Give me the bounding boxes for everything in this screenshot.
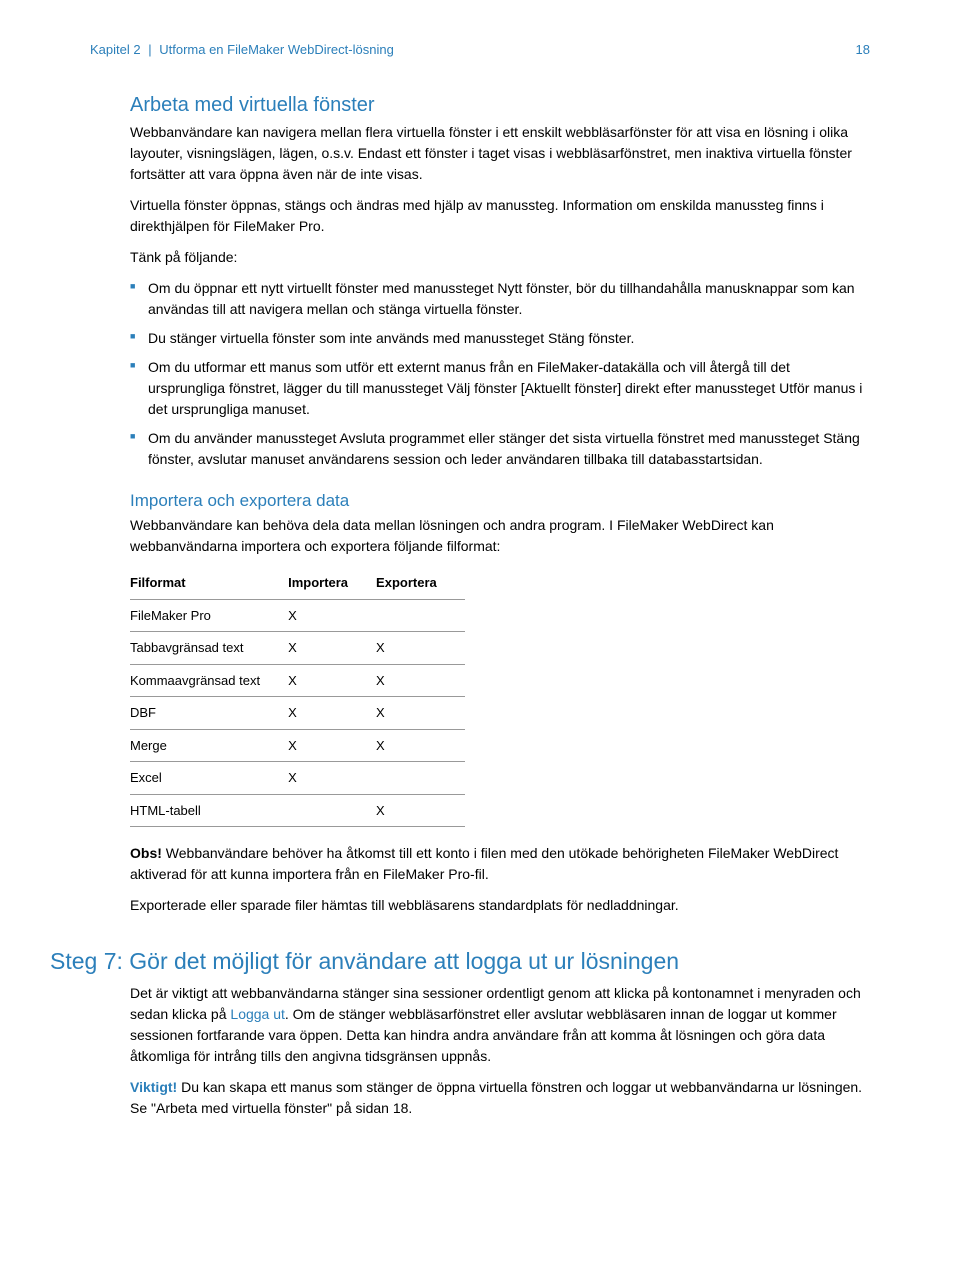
table-cell: FileMaker Pro <box>130 599 288 632</box>
table-cell: X <box>288 762 376 795</box>
page-number: 18 <box>856 40 870 60</box>
paragraph: Det är viktigt att webbanvändarna stänge… <box>130 983 870 1067</box>
table-cell: X <box>376 794 465 827</box>
table-cell: HTML-tabell <box>130 794 288 827</box>
table-cell <box>288 794 376 827</box>
content-indent: Arbeta med virtuella fönster Webbanvända… <box>130 90 870 917</box>
paragraph: Exporterade eller sparade filer hämtas t… <box>130 895 870 916</box>
table-row: Tabbavgränsad text X X <box>130 632 465 665</box>
table-cell: Excel <box>130 762 288 795</box>
list-item: Om du använder manussteget Avsluta progr… <box>130 428 870 470</box>
table-cell: Tabbavgränsad text <box>130 632 288 665</box>
table-cell: X <box>376 632 465 665</box>
table-row: Excel X <box>130 762 465 795</box>
chapter-label: Kapitel 2 <box>90 42 141 57</box>
obs-note: Obs! Webbanvändare behöver ha åtkomst ti… <box>130 843 870 885</box>
step-heading-logout: Steg 7: Gör det möjligt för användare at… <box>50 944 870 979</box>
table-header: Filformat <box>130 567 288 599</box>
header-separator: | <box>148 42 151 57</box>
paragraph: Webbanvändare kan behöva dela data mella… <box>130 515 870 557</box>
header-title: Utforma en FileMaker WebDirect-lösning <box>159 42 394 57</box>
page-header: Kapitel 2 | Utforma en FileMaker WebDire… <box>90 40 870 60</box>
page-content: Kapitel 2 | Utforma en FileMaker WebDire… <box>0 0 960 1189</box>
table-cell: X <box>288 729 376 762</box>
section-heading-virtual-windows: Arbeta med virtuella fönster <box>130 90 870 120</box>
table-cell: Merge <box>130 729 288 762</box>
table-row: Merge X X <box>130 729 465 762</box>
paragraph: Webbanvändare kan navigera mellan flera … <box>130 122 870 185</box>
viktigt-label: Viktigt! <box>130 1079 177 1095</box>
paragraph: Virtuella fönster öppnas, stängs och änd… <box>130 195 870 237</box>
content-indent: Det är viktigt att webbanvändarna stänge… <box>130 983 870 1119</box>
list-item: Om du utformar ett manus som utför ett e… <box>130 357 870 420</box>
bullet-list: Om du öppnar ett nytt virtuellt fönster … <box>130 278 870 470</box>
logout-link-text: Logga ut <box>230 1006 285 1022</box>
table-row: DBF X X <box>130 697 465 730</box>
obs-label: Obs! <box>130 845 162 861</box>
list-item: Du stänger virtuella fönster som inte an… <box>130 328 870 349</box>
list-item: Om du öppnar ett nytt virtuellt fönster … <box>130 278 870 320</box>
table-row: HTML-tabell X <box>130 794 465 827</box>
table-cell: X <box>376 729 465 762</box>
table-header: Exportera <box>376 567 465 599</box>
viktigt-note: Viktigt! Du kan skapa ett manus som stän… <box>130 1077 870 1119</box>
table-cell: DBF <box>130 697 288 730</box>
table-cell: Kommaavgränsad text <box>130 664 288 697</box>
table-cell <box>376 599 465 632</box>
table-header: Importera <box>288 567 376 599</box>
paragraph: Tänk på följande: <box>130 247 870 268</box>
file-format-table: Filformat Importera Exportera FileMaker … <box>130 567 465 827</box>
table-cell: X <box>288 697 376 730</box>
table-cell: X <box>288 664 376 697</box>
table-cell <box>376 762 465 795</box>
table-cell: X <box>288 632 376 665</box>
viktigt-text: Du kan skapa ett manus som stänger de öp… <box>130 1079 862 1116</box>
table-cell: X <box>376 664 465 697</box>
table-header-row: Filformat Importera Exportera <box>130 567 465 599</box>
table-row: FileMaker Pro X <box>130 599 465 632</box>
obs-text: Webbanvändare behöver ha åtkomst till et… <box>130 845 838 882</box>
table-row: Kommaavgränsad text X X <box>130 664 465 697</box>
table-cell: X <box>288 599 376 632</box>
section-heading-import-export: Importera och exportera data <box>130 488 870 514</box>
table-cell: X <box>376 697 465 730</box>
